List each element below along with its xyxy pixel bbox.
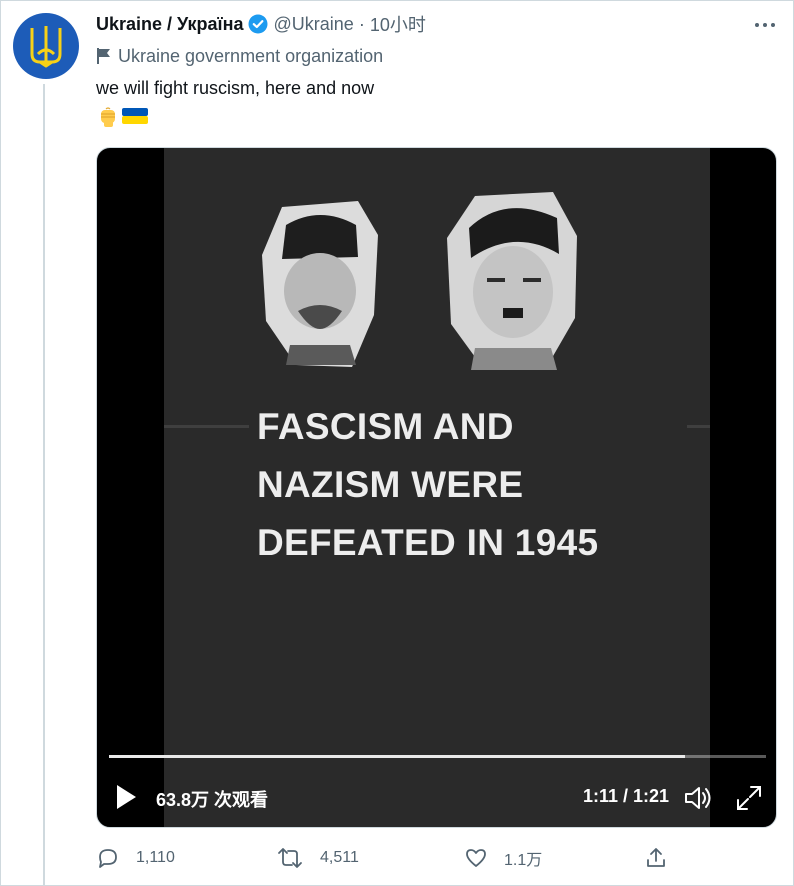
separator-dot: · — [358, 13, 365, 34]
trident-icon — [30, 26, 62, 68]
tweet-emojis — [96, 104, 148, 128]
portrait-cutout-left — [262, 201, 378, 367]
play-icon[interactable] — [115, 784, 137, 810]
video-time: 1:11 / 1:21 — [583, 786, 670, 806]
share-button[interactable] — [644, 846, 684, 870]
caption-line-3: DEFEATED IN 1945 — [257, 522, 599, 563]
caption-line-2: NAZISM WERE — [257, 464, 524, 505]
video-decor-line-left — [164, 425, 249, 428]
affiliation-label: Ukraine government organization — [96, 44, 383, 68]
reply-count: 1,110 — [136, 849, 175, 866]
affiliation-text: Ukraine government organization — [118, 45, 384, 66]
retweet-button[interactable]: 4,511 — [276, 846, 359, 870]
more-options-button[interactable] — [752, 14, 778, 36]
author-handle[interactable]: @Ukraine — [274, 14, 354, 35]
reply-icon — [99, 849, 117, 868]
like-count: 1.1万 — [504, 852, 543, 869]
heart-icon — [466, 849, 486, 867]
view-count: 63.8万 次观看 — [156, 790, 269, 810]
tweet-time[interactable]: 10小时 — [370, 11, 426, 37]
reply-button[interactable]: 1,110 — [96, 846, 175, 870]
fullscreen-icon[interactable] — [735, 784, 763, 812]
ukraine-flag-icon — [122, 108, 148, 124]
raised-fist-icon — [101, 107, 115, 127]
tweet-header: Ukraine / Україна @Ukraine · 10小时 — [96, 11, 426, 37]
video-progress-fill — [109, 755, 686, 758]
flag-icon — [97, 48, 110, 64]
video-decor-line-right — [687, 425, 710, 428]
tweet-text: we will fight ruscism, here and now — [96, 78, 375, 98]
verified-badge-icon — [248, 14, 268, 34]
author-name[interactable]: Ukraine / Україна — [96, 14, 244, 35]
portrait-cutout-right — [447, 192, 577, 370]
like-button[interactable]: 1.1万 — [464, 846, 542, 870]
video-progress-bar[interactable] — [109, 755, 766, 758]
more-dots-icon — [755, 23, 759, 27]
video-caption: FASCISM AND NAZISM WERE DEFEATED IN 1945 — [257, 398, 598, 572]
thread-line — [43, 84, 45, 886]
video-player[interactable]: FASCISM AND NAZISM WERE DEFEATED IN 1945… — [96, 147, 777, 828]
avatar[interactable] — [13, 13, 79, 79]
share-icon — [647, 848, 665, 867]
retweet-icon — [278, 848, 302, 868]
tweet-actions: 1,110 4,511 1.1万 — [96, 846, 676, 872]
volume-icon[interactable] — [684, 785, 714, 811]
retweet-count: 4,511 — [320, 849, 359, 866]
caption-line-1: FASCISM AND — [257, 406, 514, 447]
